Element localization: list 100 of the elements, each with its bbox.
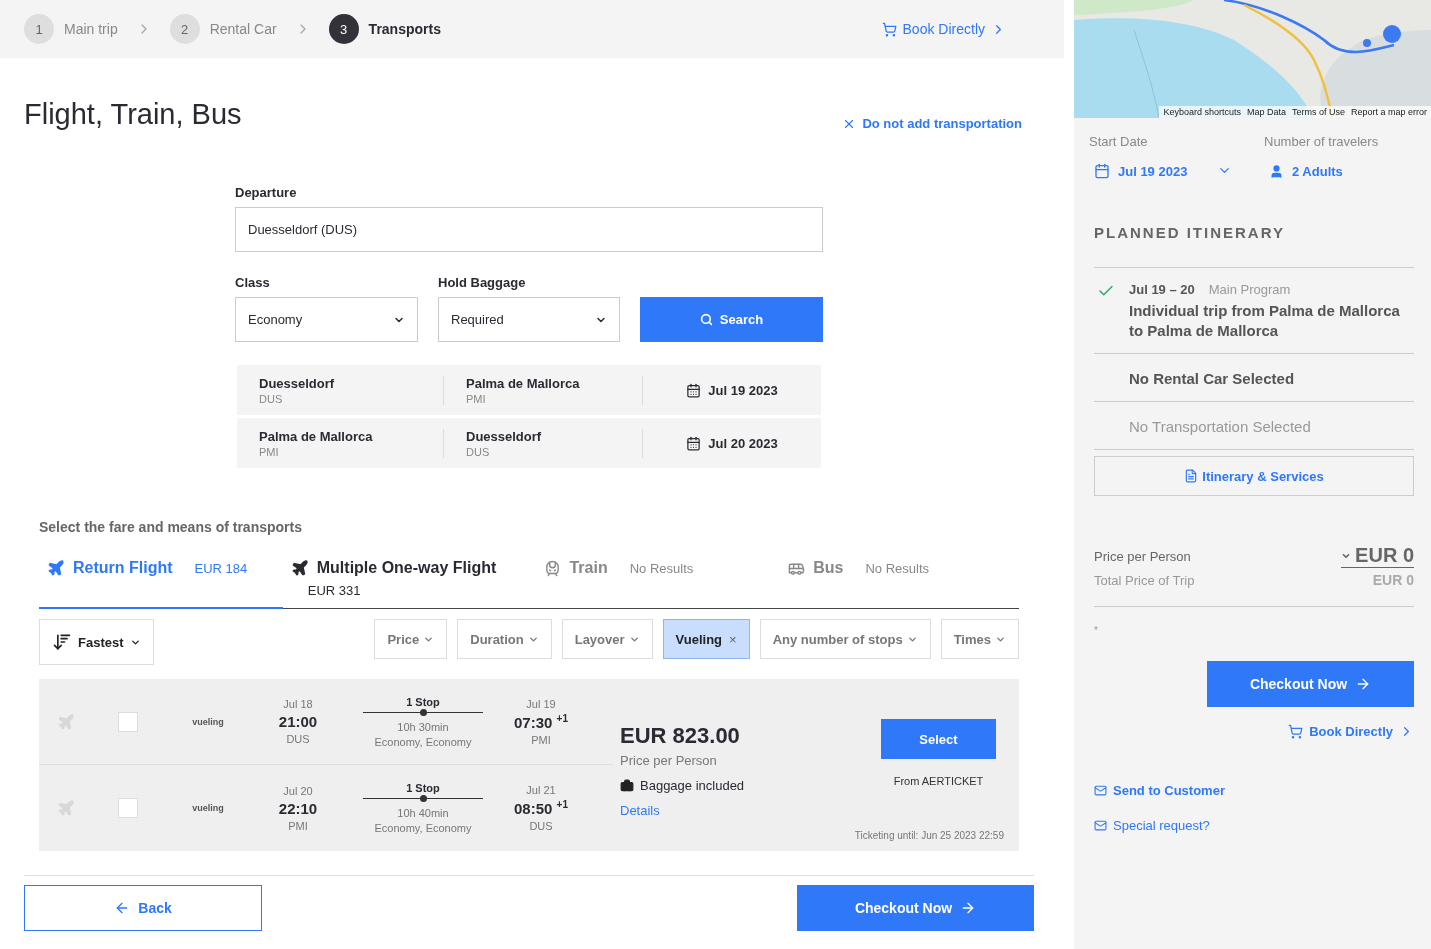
details-link[interactable]: Details: [620, 803, 873, 818]
city-name: Duesseldorf: [466, 428, 543, 444]
plane-icon: [57, 799, 75, 817]
route-date: Jul 20 2023: [708, 435, 778, 451]
airline-logo: vueling: [192, 716, 224, 727]
fare-price: EUR 823.00: [620, 723, 741, 749]
mail-icon: [1094, 819, 1107, 832]
calendar-icon: [686, 435, 702, 451]
city-name: Palma de Mallorca: [259, 428, 374, 444]
checkbox[interactable]: [118, 711, 138, 732]
transport-tab[interactable]: Multiple One-way Flight EUR 331: [282, 555, 537, 609]
book-directly-link[interactable]: Book Directly: [1288, 724, 1414, 739]
price-label: Price per Person: [1094, 548, 1191, 564]
no-transport-link[interactable]: Do not add transportation: [842, 116, 1022, 131]
train-icon: [544, 559, 562, 577]
duration: 10h 30min: [397, 720, 449, 733]
departure-date: Jul 20: [283, 784, 313, 797]
action-link[interactable]: Send to Customer: [1094, 783, 1414, 798]
filter-button[interactable]: Duration: [457, 619, 552, 659]
sort-button[interactable]: Fastest: [39, 619, 154, 665]
sort-icon: [52, 632, 72, 652]
field-label: Hold Baggage: [438, 275, 527, 290]
step-number: 3: [328, 14, 359, 44]
itinerary-heading: PLANNED ITINERARY: [1094, 224, 1286, 241]
plane-icon: [290, 559, 309, 577]
arrival-date: Jul 21: [526, 784, 556, 796]
city-name: Duesseldorf: [259, 375, 336, 391]
airport-code: DUS: [466, 445, 491, 458]
document-icon: [1184, 469, 1199, 483]
start-date-picker[interactable]: Jul 19 2023: [1094, 163, 1188, 179]
field-label: Class: [235, 275, 271, 290]
step-label[interactable]: Rental Car: [209, 21, 277, 37]
price-value[interactable]: EUR 0: [1341, 544, 1414, 568]
itinerary-button[interactable]: Itinerary & Services: [1094, 456, 1414, 496]
search-button[interactable]: Search: [640, 297, 823, 342]
person-icon: [1269, 163, 1284, 179]
map-link[interactable]: Terms of Use: [1291, 107, 1345, 117]
itinerary-type: Main Program: [1208, 282, 1291, 297]
transport-tab[interactable]: Bus No Results: [780, 555, 1019, 609]
cabin-class: Economy, Economy: [374, 735, 472, 748]
plane-icon: [47, 559, 65, 577]
field-label: Number of travelers: [1264, 134, 1380, 149]
select-button[interactable]: Select: [881, 719, 996, 759]
departure-field[interactable]: Duesseldorf (DUS): [235, 207, 823, 252]
step-label[interactable]: Main trip: [64, 21, 118, 37]
arrival-date: Jul 19: [526, 697, 556, 710]
airport-code: PMI: [288, 819, 308, 832]
airport-code: PMI: [466, 392, 487, 405]
checkbox[interactable]: [118, 798, 138, 818]
footnote-mark: *: [1094, 625, 1099, 636]
airport-code: PMI: [259, 445, 280, 458]
arrival-time: 07:30 $^{+1}$: [514, 712, 568, 731]
duration: 10h 40min: [397, 807, 449, 819]
filter-button[interactable]: Any number of stops: [759, 619, 931, 659]
price-note: Price per Person: [620, 753, 718, 768]
back-button[interactable]: Back: [24, 885, 262, 931]
cart-icon: [1288, 724, 1304, 739]
airport-code: PMI: [531, 733, 551, 746]
field-label: Departure: [235, 185, 298, 200]
airport-code: DUS: [259, 392, 284, 405]
arrival-time: 08:50 $^{+1}$: [514, 799, 568, 817]
action-link[interactable]: Special request?: [1094, 818, 1414, 833]
class-select[interactable]: Economy: [235, 297, 418, 342]
travelers-picker[interactable]: 2 Adults: [1269, 163, 1414, 179]
stops-label: 1 Stop: [406, 695, 440, 708]
departure-date: Jul 18: [283, 698, 313, 710]
filter-button[interactable]: Vueling ×: [662, 619, 750, 659]
filter-button[interactable]: Price: [374, 619, 448, 659]
airport-code: DUS: [286, 733, 310, 745]
city-name: Palma de Mallorca: [466, 375, 581, 391]
map-link[interactable]: Map Data: [1246, 107, 1286, 117]
airport-code: DUS: [529, 820, 553, 832]
cart-icon: [881, 21, 897, 37]
route-date: Jul 19 2023: [708, 382, 778, 398]
step-number: 2: [169, 14, 200, 44]
step-number: 1: [24, 14, 54, 44]
map-link[interactable]: Report a map error: [1350, 107, 1427, 117]
baggage-note: Baggage included: [640, 778, 745, 793]
checkout-button[interactable]: Checkout Now: [797, 885, 1034, 931]
transport-tab[interactable]: Return Flight EUR 184: [39, 555, 283, 609]
map-link[interactable]: Keyboard shortcuts: [1163, 107, 1241, 117]
calendar-icon: [1094, 163, 1110, 179]
mail-icon: [1094, 784, 1107, 797]
suitcase-icon: [620, 778, 634, 793]
filter-button[interactable]: Times: [940, 619, 1019, 659]
page-title: Flight, Train, Bus: [24, 98, 242, 131]
itinerary-dates: Jul 19 – 20: [1129, 282, 1195, 297]
step-label[interactable]: Transports: [368, 21, 441, 37]
filter-button[interactable]: Layover: [561, 619, 653, 659]
transport-tab[interactable]: Train No Results: [536, 555, 781, 609]
baggage-select[interactable]: Required: [438, 297, 620, 342]
cabin-class: Economy, Economy: [374, 822, 472, 834]
airline-logo: vueling: [192, 803, 224, 813]
itinerary-title: No Transportation Selected: [1129, 417, 1312, 437]
stops-label: 1 Stop: [406, 782, 440, 794]
fare-source: From AERTICKET: [893, 775, 984, 787]
checkout-button[interactable]: Checkout Now: [1207, 661, 1414, 707]
total-price: EUR 0: [1372, 572, 1414, 588]
book-directly-link[interactable]: Book Directly: [881, 21, 1006, 37]
price-label: Total Price of Trip: [1094, 572, 1195, 588]
